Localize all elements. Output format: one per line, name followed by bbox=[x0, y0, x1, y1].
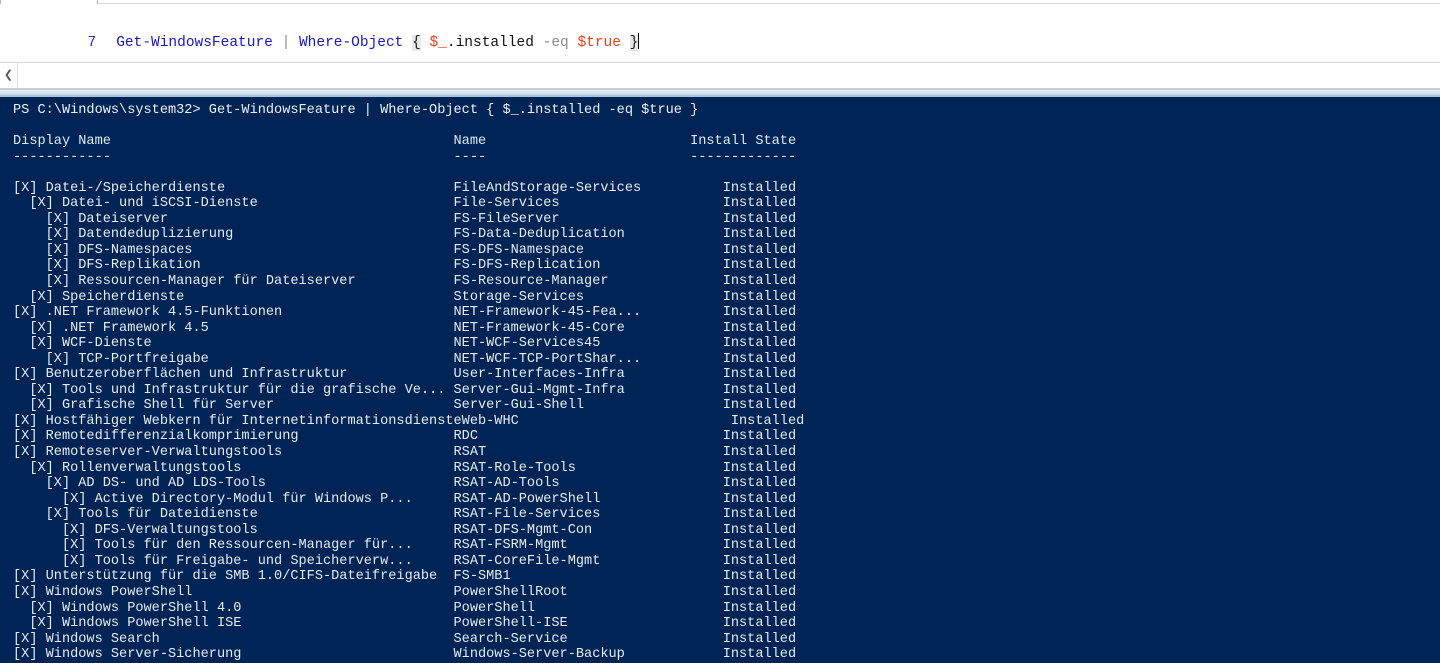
console-output-pane[interactable]: PS C:\Windows\system32> Get-WindowsFeatu… bbox=[0, 97, 1440, 663]
console-feature-row: [X] DFS-Replikation FS-DFS-Replication I… bbox=[13, 258, 797, 274]
console-feature-row: [X] Unterstützung für die SMB 1.0/CIFS-D… bbox=[13, 569, 797, 585]
console-feature-row: [X] Datei- und iSCSI-Dienste File-Servic… bbox=[13, 196, 797, 212]
console-feature-row: [X] Rollenverwaltungstools RSAT-Role-Too… bbox=[13, 460, 797, 476]
console-feature-row: [X] DFS-Namespaces FS-DFS-Namespace Inst… bbox=[13, 242, 797, 258]
console-blank-1 bbox=[13, 119, 1440, 135]
editor-horizontal-scrollbar[interactable]: ❮ bbox=[0, 62, 1440, 89]
console-feature-row: [X] WCF-Dienste NET-WCF-Services45 Insta… bbox=[13, 336, 797, 352]
console-blank-2 bbox=[13, 165, 1440, 181]
console-feature-row: [X] Windows Server-Sicherung Windows-Ser… bbox=[13, 647, 797, 663]
console-feature-row: [X] .NET Framework 4.5-Funktionen NET-Fr… bbox=[13, 305, 797, 321]
console-feature-row: [X] Datei-/Speicherdienste FileAndStorag… bbox=[13, 180, 797, 196]
powershell-ise-window: 7 Get-WindowsFeature | Where-Object { $_.… bbox=[0, 0, 1440, 663]
code-token-param: -eq bbox=[542, 35, 569, 51]
console-feature-row: [X] Grafische Shell für Server Server-Gu… bbox=[13, 398, 797, 414]
code-token-brace: { bbox=[412, 35, 421, 51]
console-feature-row: [X] Dateiserver FS-FileServer Installed bbox=[13, 211, 797, 227]
scrollbar-track[interactable] bbox=[18, 63, 1440, 88]
console-feature-row: [X] AD DS- und AD LDS-Tools RSAT-AD-Tool… bbox=[13, 476, 797, 492]
text-caret bbox=[638, 33, 640, 49]
console-prompt-line: PS C:\Windows\system32> Get-WindowsFeatu… bbox=[13, 103, 699, 118]
console-feature-row: [X] Benutzeroberflächen und Infrastruktu… bbox=[13, 367, 797, 383]
console-feature-row: [X] Hostfähiger Webkern für Internetinfo… bbox=[13, 413, 805, 429]
code-token-pipe: | bbox=[281, 35, 291, 51]
line-number-gutter: 7 bbox=[87, 35, 97, 51]
console-feature-row: [X] Speicherdienste Storage-Services Ins… bbox=[13, 289, 797, 305]
console-feature-row: [X] Tools für Dateidienste RSAT-File-Ser… bbox=[13, 507, 797, 523]
console-feature-row: [X] Windows PowerShell 4.0 PowerShell In… bbox=[13, 600, 797, 616]
script-code[interactable]: Get-WindowsFeature | Where-Object { $_.i… bbox=[116, 35, 639, 51]
console-column-rules: ------------ ---- ------------- bbox=[13, 149, 797, 165]
script-editor-pane[interactable]: 7 Get-WindowsFeature | Where-Object { $_.… bbox=[0, 6, 1440, 62]
console-feature-row: [X] Active Directory-Modul für Windows P… bbox=[13, 491, 797, 507]
console-feature-row: [X] Tools und Infrastruktur für die graf… bbox=[13, 382, 797, 398]
console-feature-row: [X] .NET Framework 4.5 NET-Framework-45-… bbox=[13, 320, 797, 336]
scroll-left-arrow-icon[interactable]: ❮ bbox=[0, 63, 18, 88]
code-token-prop: .installed bbox=[446, 35, 534, 51]
console-feature-row: [X] TCP-Portfreigabe NET-WCF-TCP-PortSha… bbox=[13, 351, 797, 367]
code-token-cmdlet: Get-WindowsFeature bbox=[116, 35, 273, 51]
console-feature-row: [X] Tools für Freigabe- und Speicherverw… bbox=[13, 553, 797, 569]
code-token-var: $true bbox=[577, 35, 621, 51]
code-token-var: $_ bbox=[429, 35, 447, 51]
console-feature-row: [X] Windows PowerShell ISE PowerShell-IS… bbox=[13, 616, 797, 632]
console-column-headers: Display Name Name Install State bbox=[13, 134, 797, 150]
script-editor-line[interactable]: 7 Get-WindowsFeature | Where-Object { $_.… bbox=[0, 10, 640, 51]
console-feature-row: [X] DFS-Verwaltungstools RSAT-DFS-Mgmt-C… bbox=[13, 522, 797, 538]
console-feature-row: [X] Remoteserver-Verwaltungstools RSAT I… bbox=[13, 445, 797, 461]
console-text: PS C:\Windows\system32> Get-WindowsFeatu… bbox=[0, 103, 1440, 663]
console-feature-row: [X] Tools für den Ressourcen-Manager für… bbox=[13, 538, 797, 554]
console-feature-row: [X] Ressourcen-Manager für Dateiserver F… bbox=[13, 274, 797, 290]
tab-edge-left bbox=[0, 0, 1, 4]
console-feature-row: [X] Remotedifferenzialkomprimierung RDC … bbox=[13, 429, 797, 445]
code-token-brace: } bbox=[629, 35, 639, 51]
code-token-cmdlet: Where-Object bbox=[298, 35, 404, 51]
console-feature-row: [X] Datendeduplizierung FS-Data-Deduplic… bbox=[13, 227, 797, 243]
console-feature-row: [X] Windows PowerShell PowerShellRoot In… bbox=[13, 584, 797, 600]
tab-underline bbox=[98, 3, 1440, 4]
console-feature-row: [X] Windows Search Search-Service Instal… bbox=[13, 631, 797, 647]
